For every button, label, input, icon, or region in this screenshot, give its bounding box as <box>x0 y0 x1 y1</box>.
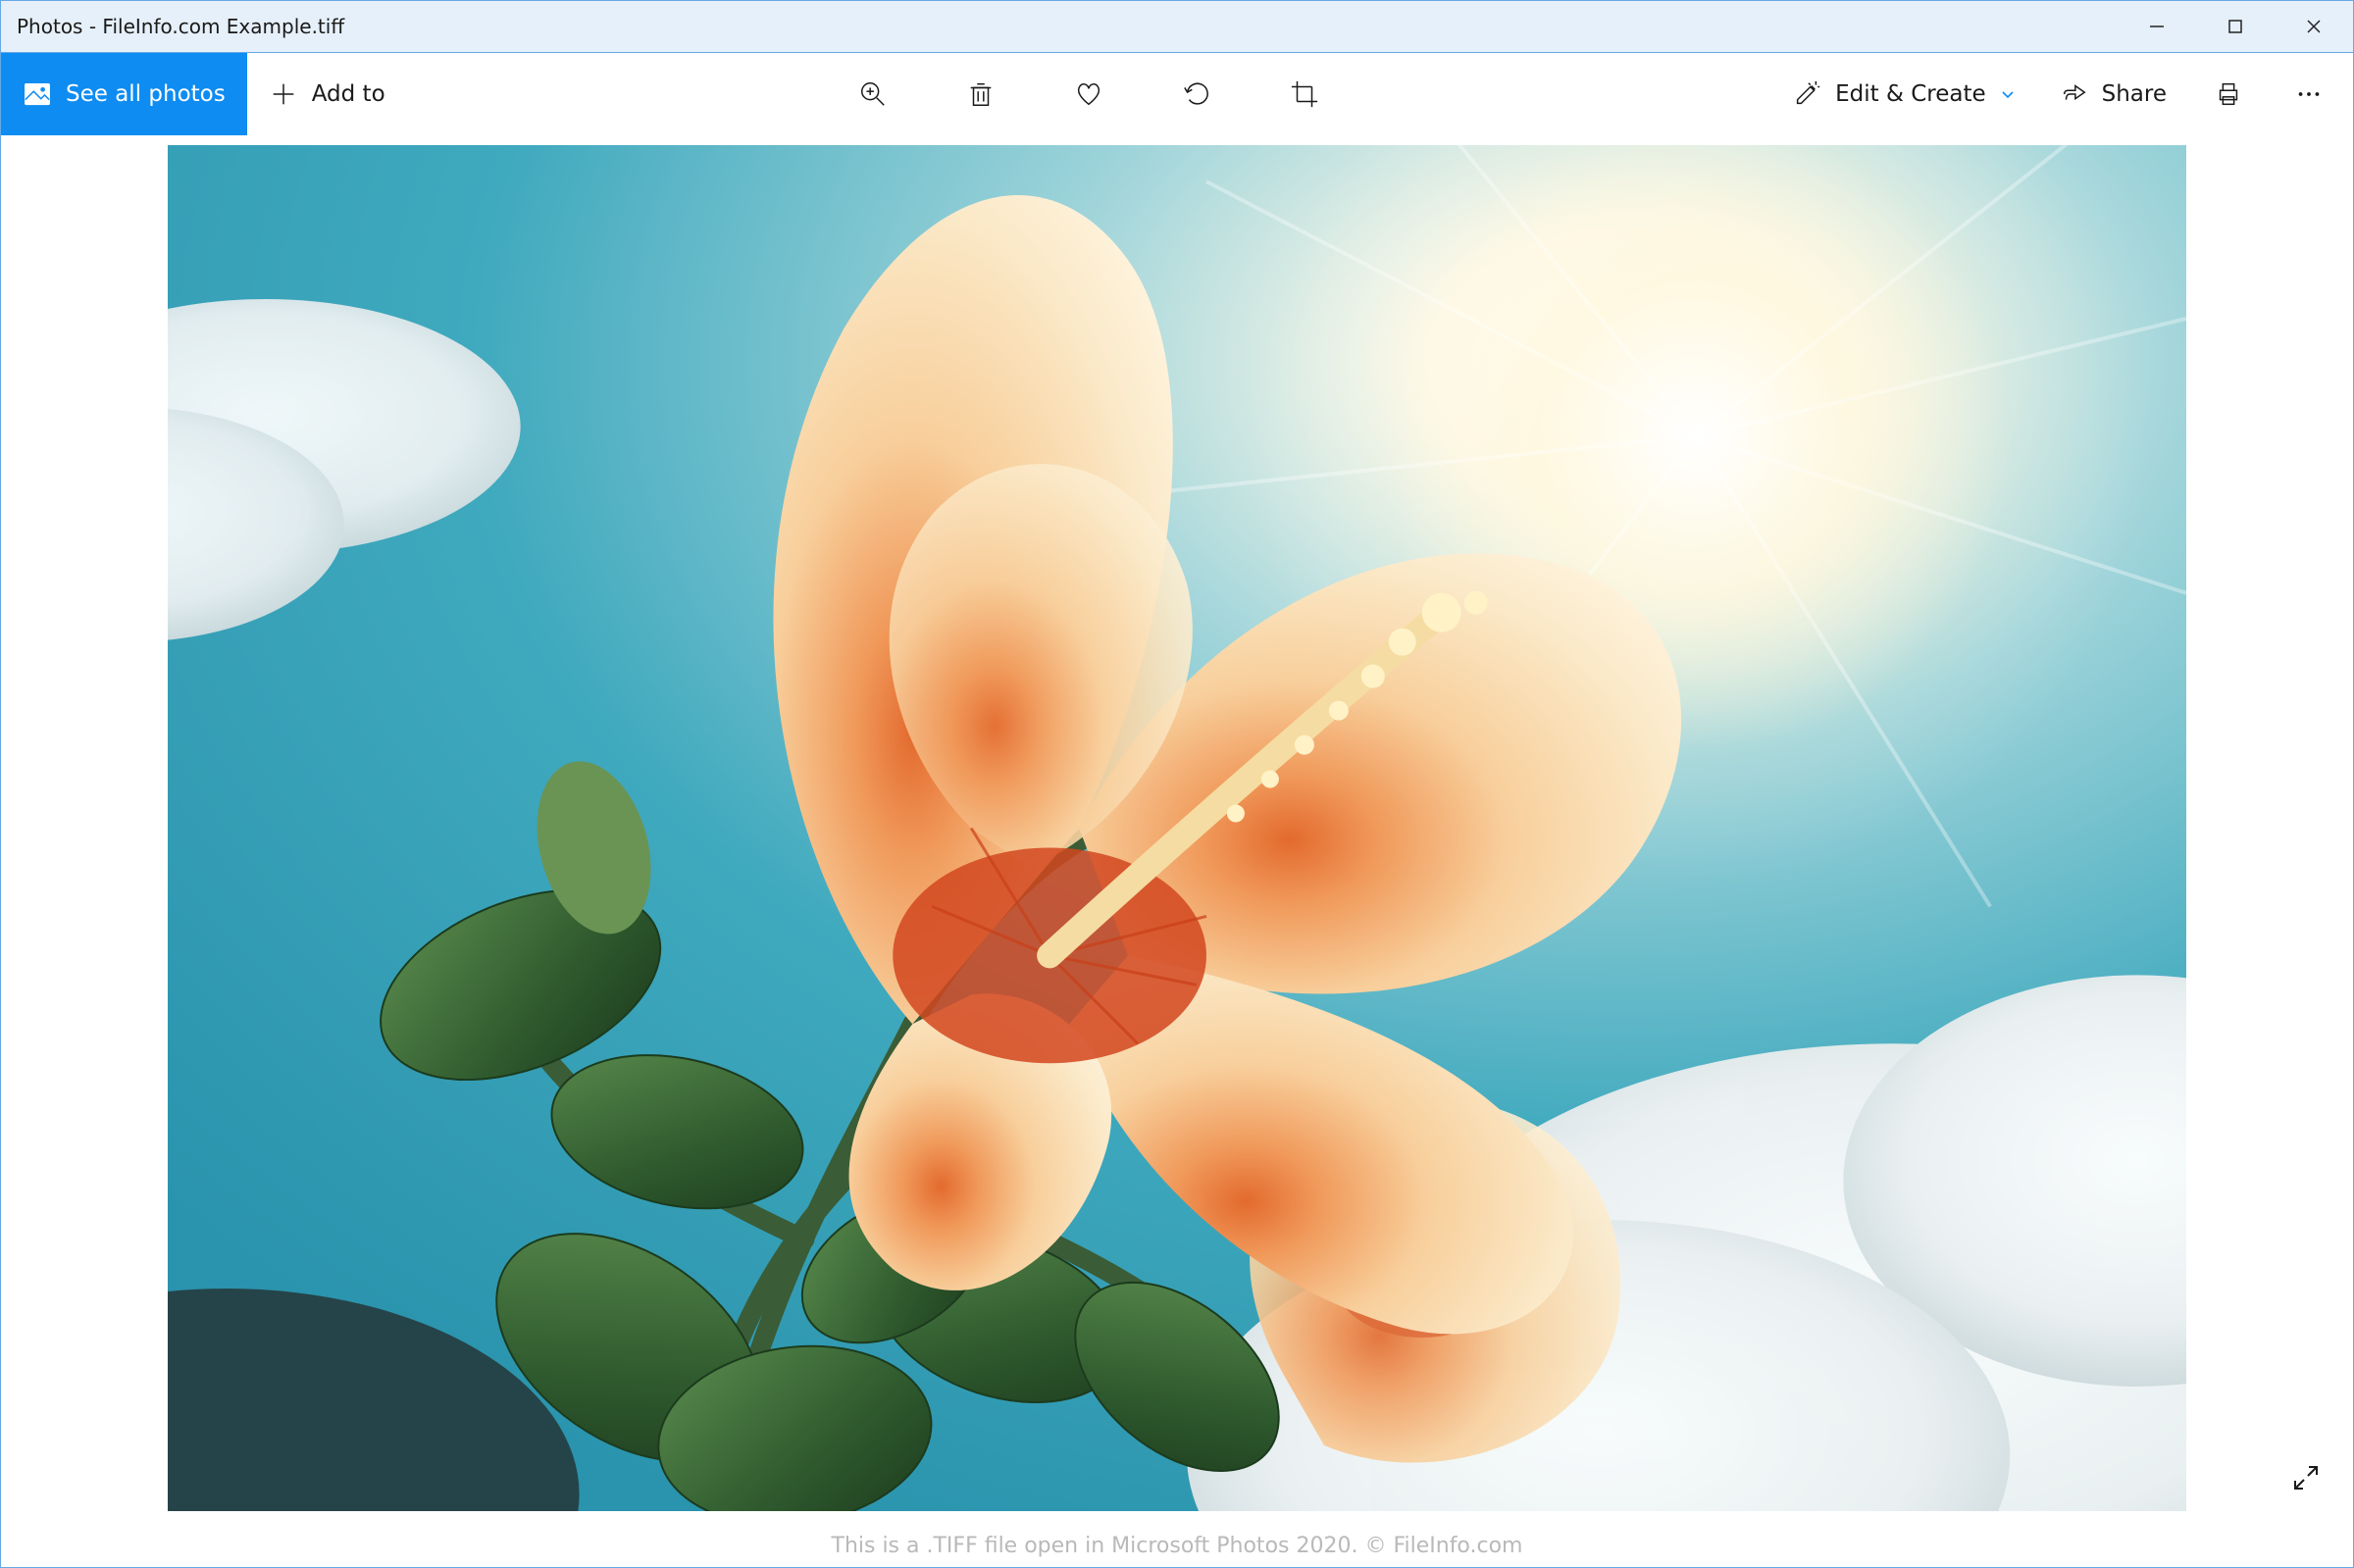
window-title: Photos - FileInfo.com Example.tiff <box>17 15 344 38</box>
heart-icon <box>1074 79 1103 109</box>
image-viewer[interactable] <box>0 135 2354 1525</box>
more-icon <box>2294 79 2324 109</box>
more-button[interactable] <box>2269 53 2349 135</box>
zoom-in-icon <box>858 79 888 109</box>
window-maximize-button[interactable] <box>2196 1 2275 52</box>
window-close-button[interactable] <box>2275 1 2353 52</box>
see-all-photos-button[interactable]: See all photos <box>1 53 247 135</box>
add-to-button[interactable]: Add to <box>247 53 407 135</box>
maximize-icon <box>2226 18 2244 35</box>
toolbar: See all photos Add to Edit & Create <box>0 53 2354 135</box>
print-icon <box>2214 79 2243 109</box>
expand-icon <box>2292 1464 2320 1492</box>
share-icon <box>2059 79 2088 109</box>
print-button[interactable] <box>2188 53 2269 135</box>
photos-icon <box>23 79 52 109</box>
crop-button[interactable] <box>1264 53 1345 135</box>
displayed-image <box>168 145 2186 1511</box>
close-icon <box>2305 18 2323 35</box>
edit-create-label: Edit & Create <box>1835 81 1986 107</box>
plus-icon <box>269 79 298 109</box>
caption-text: This is a .TIFF file open in Microsoft P… <box>832 1534 1523 1558</box>
edit-create-icon <box>1792 79 1821 109</box>
share-label: Share <box>2102 81 2167 107</box>
delete-button[interactable] <box>941 53 1021 135</box>
window-titlebar: Photos - FileInfo.com Example.tiff <box>0 0 2354 53</box>
minimize-icon <box>2148 18 2166 35</box>
chevron-down-icon <box>2000 86 2016 102</box>
edit-create-button[interactable]: Edit & Create <box>1770 53 2037 135</box>
add-to-label: Add to <box>312 81 385 107</box>
see-all-photos-label: See all photos <box>66 81 226 107</box>
fullscreen-button[interactable] <box>2284 1456 2328 1499</box>
trash-icon <box>966 79 996 109</box>
rotate-icon <box>1182 79 1211 109</box>
window-minimize-button[interactable] <box>2118 1 2196 52</box>
favorite-button[interactable] <box>1049 53 1129 135</box>
footer-caption: This is a .TIFF file open in Microsoft P… <box>0 1525 2354 1568</box>
share-button[interactable]: Share <box>2037 53 2188 135</box>
zoom-button[interactable] <box>833 53 913 135</box>
crop-icon <box>1290 79 1319 109</box>
rotate-button[interactable] <box>1156 53 1237 135</box>
